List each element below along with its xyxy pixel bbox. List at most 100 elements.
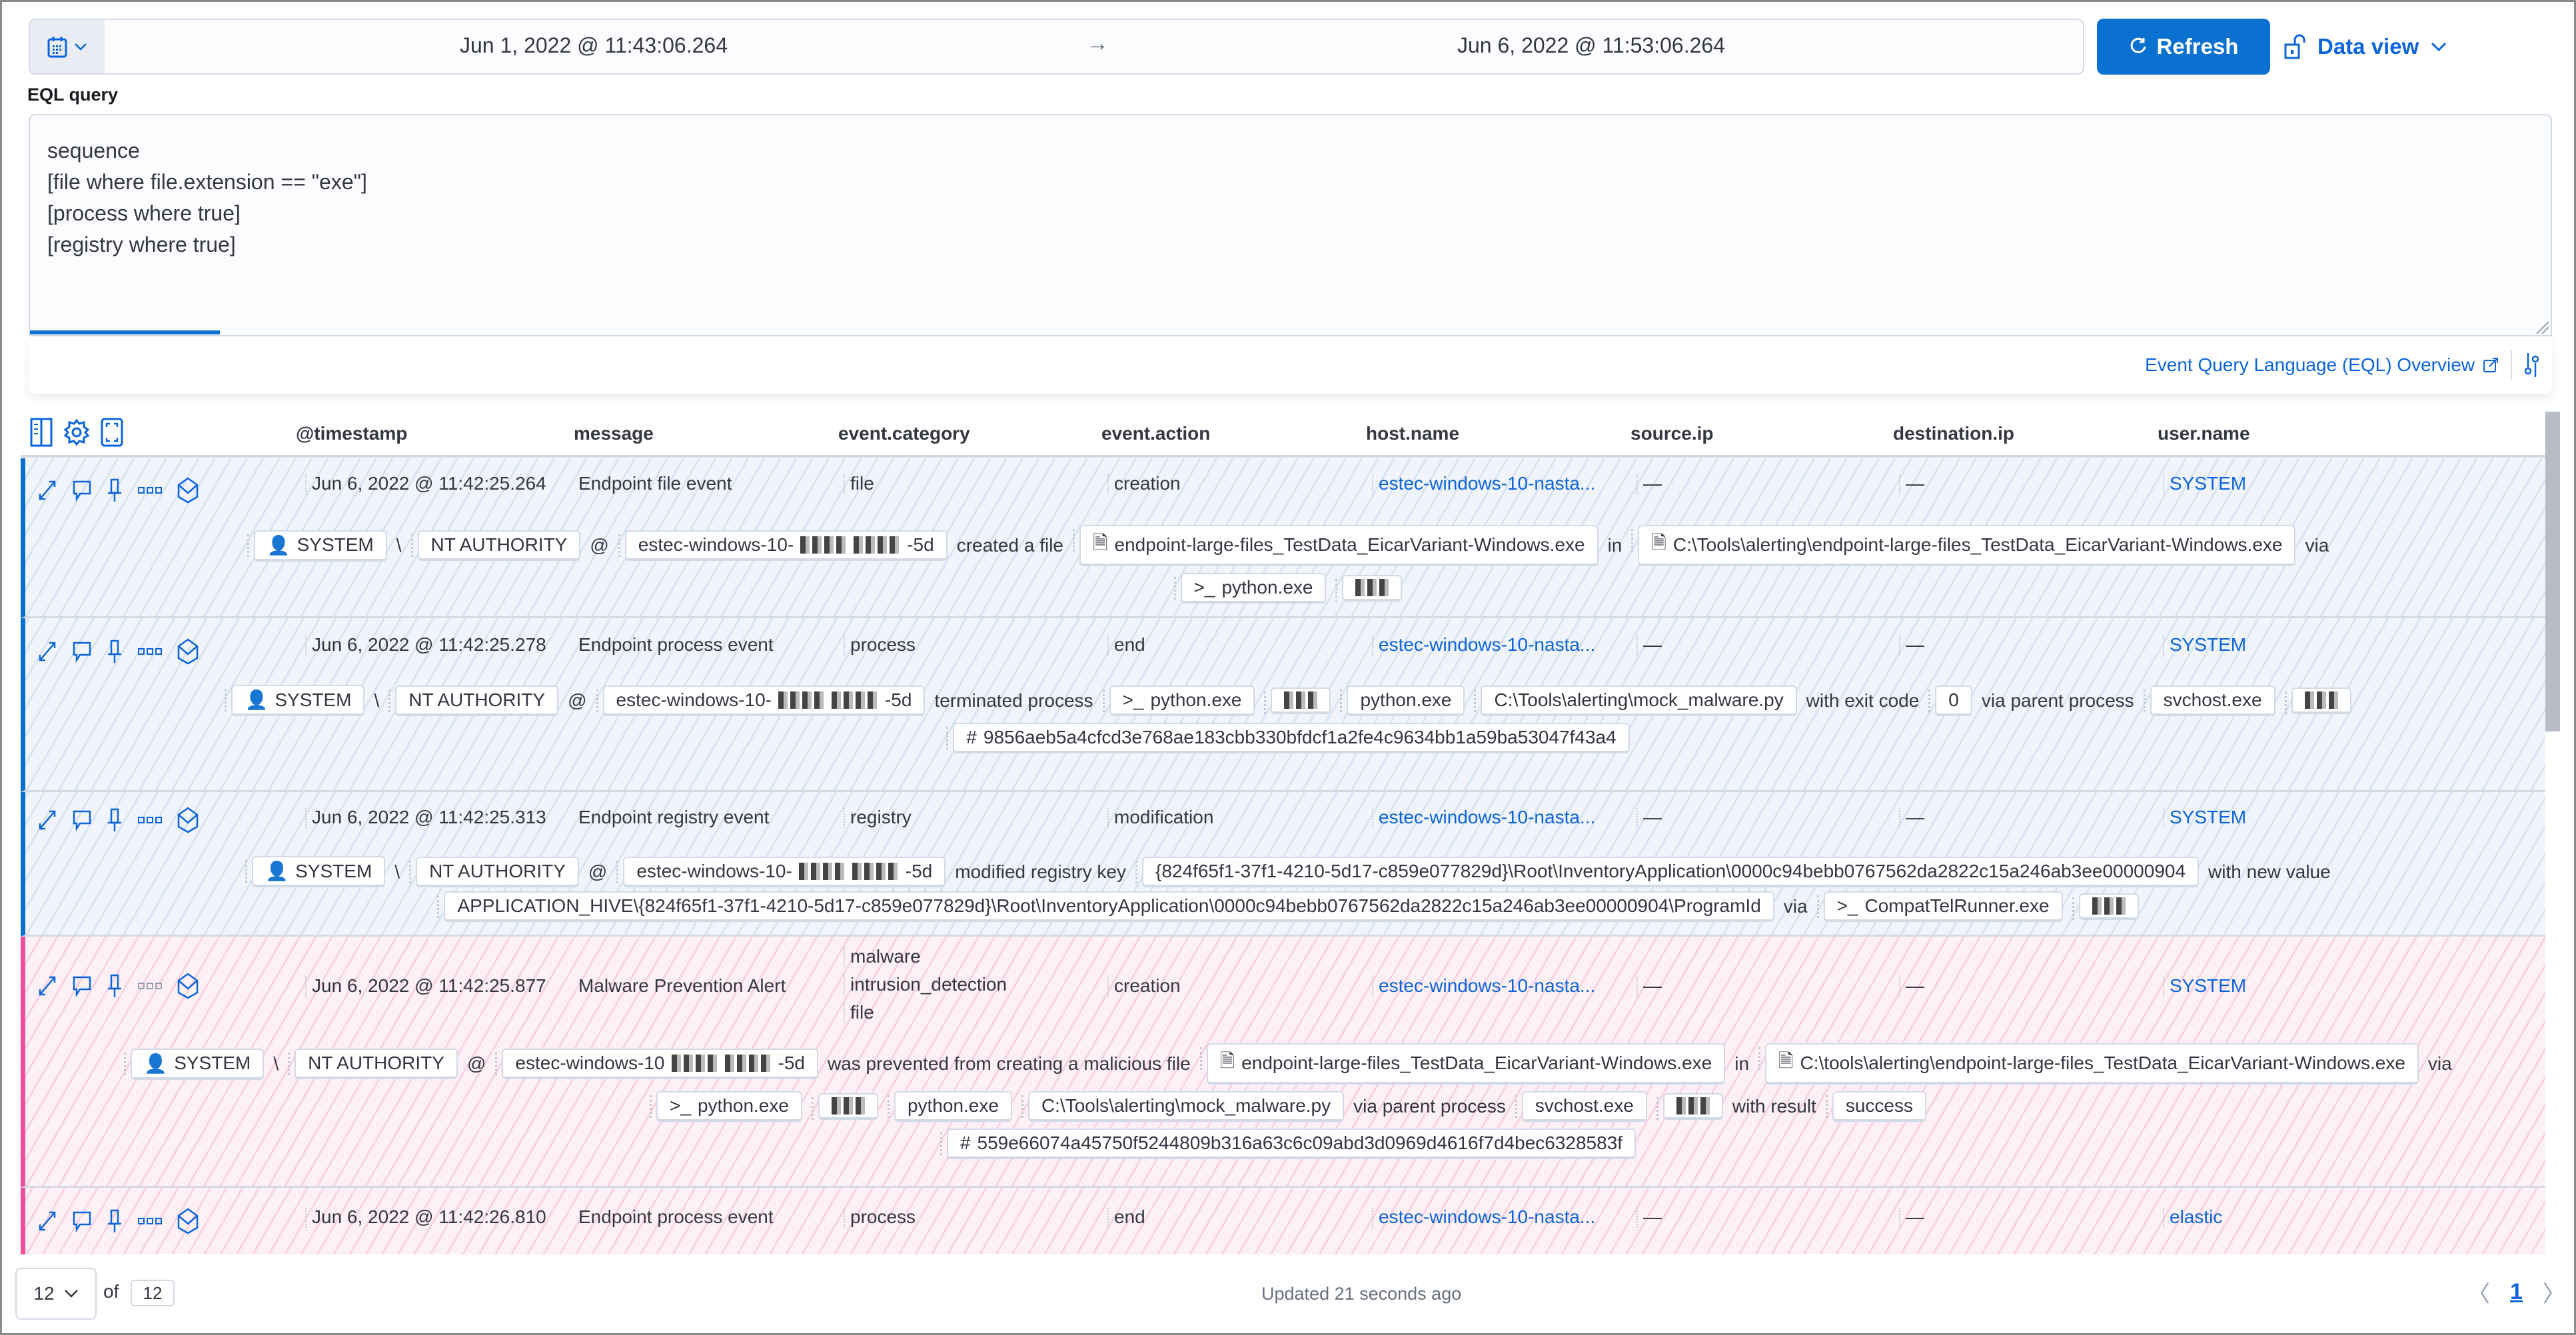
host-badge[interactable]: estec-windows-10- -5d xyxy=(596,685,926,716)
comment-icon[interactable] xyxy=(72,975,92,997)
start-date[interactable]: Jun 1, 2022 @ 11:43:06.264 xyxy=(460,33,728,58)
gear-icon[interactable] xyxy=(63,418,90,447)
cell-source-ip[interactable]: — xyxy=(1636,975,1662,997)
user-badge[interactable]: 👤 SYSTEM xyxy=(247,530,387,562)
column-header-event-action[interactable]: event.action xyxy=(1101,423,1210,444)
exit-code-badge[interactable]: 0 xyxy=(1928,685,1972,716)
registry-key-badge[interactable]: {824f65f1-37f1-4210-5d17-c859e077829d}\R… xyxy=(1135,856,2200,887)
rows-per-page-select[interactable]: 12 xyxy=(15,1268,97,1320)
registry-value-badge[interactable]: APPLICATION_HIVE\{824f65f1-37f1-4210-5d1… xyxy=(437,891,1774,922)
cell-event-category[interactable]: intrusion_detection xyxy=(843,974,1007,995)
column-header-timestamp[interactable]: @timestamp xyxy=(296,423,407,444)
eql-query-input[interactable]: sequence [file where file.extension == "… xyxy=(29,114,2552,336)
previous-page-icon[interactable]: 〈 xyxy=(2467,1276,2490,1308)
cell-event-action[interactable]: modification xyxy=(1107,807,1213,828)
process-name-badge[interactable]: python.exe xyxy=(1340,685,1465,716)
page-button[interactable]: 1 xyxy=(2510,1279,2523,1305)
column-header-message[interactable]: message xyxy=(574,423,654,444)
cell-destination-ip[interactable]: — xyxy=(1899,634,1924,656)
comment-icon[interactable] xyxy=(72,479,92,502)
cell-host-name[interactable]: estec-windows-10-nasta... xyxy=(1371,1206,1595,1228)
quick-menu-button[interactable] xyxy=(30,20,105,73)
domain-badge[interactable]: NT AUTHORITY xyxy=(409,856,579,887)
column-header-event-category[interactable]: event.category xyxy=(838,423,970,444)
domain-badge[interactable]: NT AUTHORITY xyxy=(410,530,581,561)
more-actions-icon[interactable] xyxy=(137,815,163,825)
table-row[interactable]: Jun 6, 2022 @ 11:42:26.810 Endpoint proc… xyxy=(21,1188,2546,1254)
pid-badge[interactable] xyxy=(1264,687,1331,714)
data-view-button[interactable]: Data view xyxy=(2284,19,2447,75)
analyzer-icon[interactable] xyxy=(177,973,199,999)
cell-destination-ip[interactable]: — xyxy=(1899,1206,1924,1228)
cell-host-name[interactable]: estec-windows-10-nasta... xyxy=(1371,473,1595,494)
column-header-destination-ip[interactable]: destination.ip xyxy=(1893,423,2014,444)
cell-event-action[interactable]: creation xyxy=(1107,975,1181,997)
pid-badge[interactable] xyxy=(1335,575,1403,602)
comment-icon[interactable] xyxy=(72,1210,92,1232)
cell-user-name[interactable]: SYSTEM xyxy=(2162,975,2246,997)
expand-icon[interactable] xyxy=(37,479,57,502)
domain-badge[interactable]: NT AUTHORITY xyxy=(288,1049,458,1079)
expand-icon[interactable] xyxy=(37,809,57,831)
cell-event-category[interactable]: registry xyxy=(844,807,912,828)
analyzer-icon[interactable] xyxy=(177,807,199,833)
cell-user-name[interactable]: elastic xyxy=(2162,1206,2222,1228)
table-row[interactable]: Jun 6, 2022 @ 11:42:25.264 Endpoint file… xyxy=(21,458,2546,618)
cell-user-name[interactable]: SYSTEM xyxy=(2162,634,2246,656)
user-badge[interactable]: 👤 SYSTEM xyxy=(245,856,386,887)
pid-badge[interactable] xyxy=(811,1093,878,1120)
fullscreen-icon[interactable] xyxy=(101,418,123,447)
refresh-button[interactable]: Refresh xyxy=(2097,19,2270,75)
scrollbar-thumb[interactable] xyxy=(2545,412,2560,731)
comment-icon[interactable] xyxy=(72,640,92,663)
process-badge[interactable]: >_ python.exe xyxy=(1173,573,1327,604)
table-row[interactable]: Jun 6, 2022 @ 11:42:25.313 Endpoint regi… xyxy=(21,792,2546,937)
cell-destination-ip[interactable]: — xyxy=(1899,473,1924,494)
pin-icon[interactable] xyxy=(107,640,123,664)
cell-host-name[interactable]: estec-windows-10-nasta... xyxy=(1371,807,1595,828)
process-args-badge[interactable]: C:\Tools\alerting\mock_malware.py xyxy=(1021,1091,1345,1122)
file-path-badge[interactable]: 🗎 C:\Tools\alerting\endpoint-large-files_… xyxy=(1631,525,2296,566)
cell-event-category[interactable]: process xyxy=(843,634,916,656)
cell-host-name[interactable]: estec-windows-10-nasta... xyxy=(1371,975,1595,997)
cell-host-name[interactable]: estec-windows-10-nasta... xyxy=(1371,634,1595,656)
parent-pid-badge[interactable] xyxy=(2284,687,2351,714)
table-row[interactable]: Jun 6, 2022 @ 11:42:25.877 Malware Preve… xyxy=(21,937,2546,1188)
analyzer-icon[interactable] xyxy=(177,477,199,504)
table-row[interactable]: Jun 6, 2022 @ 11:42:25.278 Endpoint proc… xyxy=(21,618,2546,792)
column-header-host-name[interactable]: host.name xyxy=(1366,423,1459,444)
file-name-badge[interactable]: 🗎 endpoint-large-files_TestData_EicarVari… xyxy=(1199,1043,1726,1085)
column-header-source-ip[interactable]: source.ip xyxy=(1630,423,1713,444)
analyzer-icon[interactable] xyxy=(177,1208,199,1234)
domain-badge[interactable]: NT AUTHORITY xyxy=(388,685,559,716)
user-badge[interactable]: 👤 SYSTEM xyxy=(225,685,365,716)
cell-source-ip[interactable]: — xyxy=(1636,807,1662,828)
cell-event-action[interactable]: end xyxy=(1107,634,1145,656)
cell-event-category[interactable]: process xyxy=(843,1206,916,1228)
pin-icon[interactable] xyxy=(107,1209,123,1233)
pin-icon[interactable] xyxy=(107,478,123,502)
end-date[interactable]: Jun 6, 2022 @ 11:53:06.264 xyxy=(1457,33,1725,58)
process-args-badge[interactable]: C:\Tools\alerting\mock_malware.py xyxy=(1474,685,1797,716)
pin-icon[interactable] xyxy=(107,974,123,998)
field-browser-icon[interactable] xyxy=(30,418,53,447)
user-badge[interactable]: 👤 SYSTEM xyxy=(124,1048,265,1080)
cell-event-category[interactable]: file xyxy=(844,1002,874,1023)
analyzer-icon[interactable] xyxy=(177,638,199,665)
host-badge[interactable]: estec-windows-10 -5d xyxy=(495,1049,818,1079)
expand-icon[interactable] xyxy=(37,975,57,997)
parent-process-badge[interactable]: svchost.exe xyxy=(2143,685,2275,716)
cell-timestamp[interactable]: Jun 6, 2022 @ 11:42:25.278 xyxy=(305,634,546,656)
cell-event-action[interactable]: end xyxy=(1107,1206,1145,1228)
cell-event-category[interactable]: file xyxy=(844,473,874,494)
cell-event-action[interactable]: creation xyxy=(1107,473,1181,494)
process-badge[interactable]: >_ python.exe xyxy=(650,1091,802,1122)
cell-destination-ip[interactable]: — xyxy=(1899,975,1924,997)
cell-event-category[interactable]: malware xyxy=(844,946,921,967)
more-actions-icon[interactable] xyxy=(137,1216,163,1226)
process-name-badge[interactable]: python.exe xyxy=(887,1091,1012,1122)
cell-user-name[interactable]: SYSTEM xyxy=(2162,807,2246,828)
eql-settings-icon[interactable] xyxy=(2524,352,2539,378)
expand-icon[interactable] xyxy=(37,640,57,663)
cell-user-name[interactable]: SYSTEM xyxy=(2162,473,2246,494)
